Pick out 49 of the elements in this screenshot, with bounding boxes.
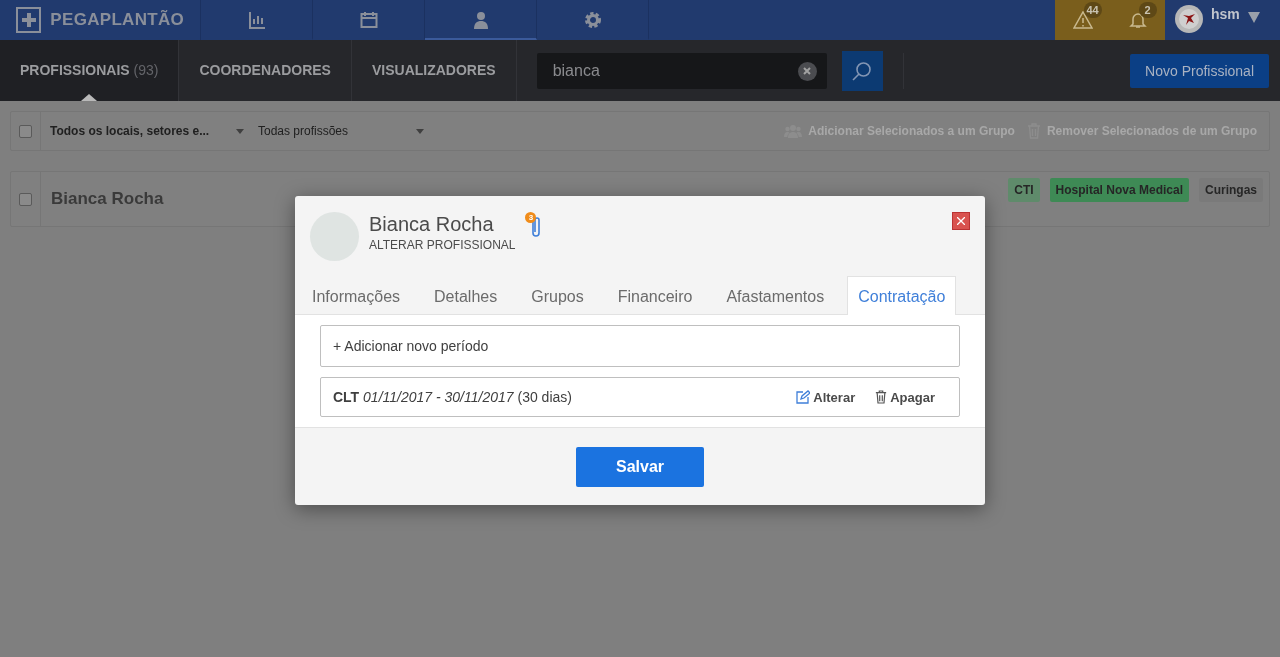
- period-text: CLT 01/11/2017 - 30/11/2017 (30 dias): [333, 389, 572, 405]
- checkbox[interactable]: [19, 124, 32, 138]
- count-badge: 44: [1083, 2, 1102, 18]
- delete-link[interactable]: Apagar: [875, 389, 935, 405]
- edit-link[interactable]: Alterar: [796, 389, 856, 405]
- logo-icon: [16, 7, 42, 33]
- caret-icon[interactable]: [1247, 12, 1260, 23]
- logo-text: PEGAPLANTÃO: [50, 10, 184, 30]
- new-professional-button[interactable]: Novo Profissional: [1130, 53, 1269, 88]
- modal-tab[interactable]: Informações: [301, 276, 412, 315]
- section-tab[interactable]: COORDENADORES: [179, 39, 352, 101]
- warning-alert[interactable]: 44: [1055, 0, 1110, 40]
- modal-subtitle: ALTERAR PROFISSIONAL: [369, 238, 516, 252]
- section-tab[interactable]: VISUALIZADORES: [351, 39, 517, 101]
- add-period-button[interactable]: + Adicionar novo período: [320, 325, 960, 367]
- user-name[interactable]: hsm: [1211, 6, 1240, 22]
- save-button[interactable]: Salvar: [576, 446, 704, 487]
- trash-icon: [875, 390, 888, 404]
- settings-icon: [583, 11, 602, 29]
- tag: CTI: [1008, 178, 1040, 202]
- close-button[interactable]: [952, 212, 970, 230]
- close-icon: [957, 217, 965, 225]
- professional-name: Bianca Rocha: [50, 189, 164, 209]
- modal-tab[interactable]: Contratação: [847, 276, 957, 315]
- locations-dropdown[interactable]: Todos os locais, setores e...: [41, 124, 253, 138]
- modal-tab[interactable]: Afastamentos: [715, 276, 836, 315]
- modal-tab[interactable]: Grupos: [520, 276, 595, 315]
- modal-tab[interactable]: Detalhes: [423, 276, 509, 315]
- bell-alert[interactable]: 2: [1110, 0, 1165, 40]
- count-badge: 3: [525, 212, 537, 223]
- modal-tab[interactable]: Financeiro: [606, 276, 704, 315]
- checkbox[interactable]: [19, 192, 32, 206]
- person-icon: [473, 11, 488, 29]
- tag: Hospital Nova Medical: [1049, 178, 1189, 202]
- avatar-icon[interactable]: [1175, 5, 1203, 33]
- search-button[interactable]: [841, 50, 883, 91]
- bell-icon: [1128, 11, 1147, 29]
- search-icon: [852, 60, 873, 81]
- count-badge: 2: [1138, 2, 1157, 18]
- section-tab[interactable]: PROFISSIONAIS (93): [0, 39, 180, 101]
- modal-title: Bianca Rocha: [369, 213, 495, 236]
- edit-icon: [796, 390, 811, 404]
- caret-icon[interactable]: [416, 128, 424, 134]
- tag: Curingas: [1199, 178, 1263, 202]
- profession-dropdown[interactable]: Todas profissões: [253, 124, 429, 138]
- calendar-icon: [359, 11, 378, 29]
- search-field[interactable]: bianca: [536, 52, 827, 89]
- caret-icon[interactable]: [236, 128, 244, 134]
- bar-chart-icon: [247, 11, 266, 29]
